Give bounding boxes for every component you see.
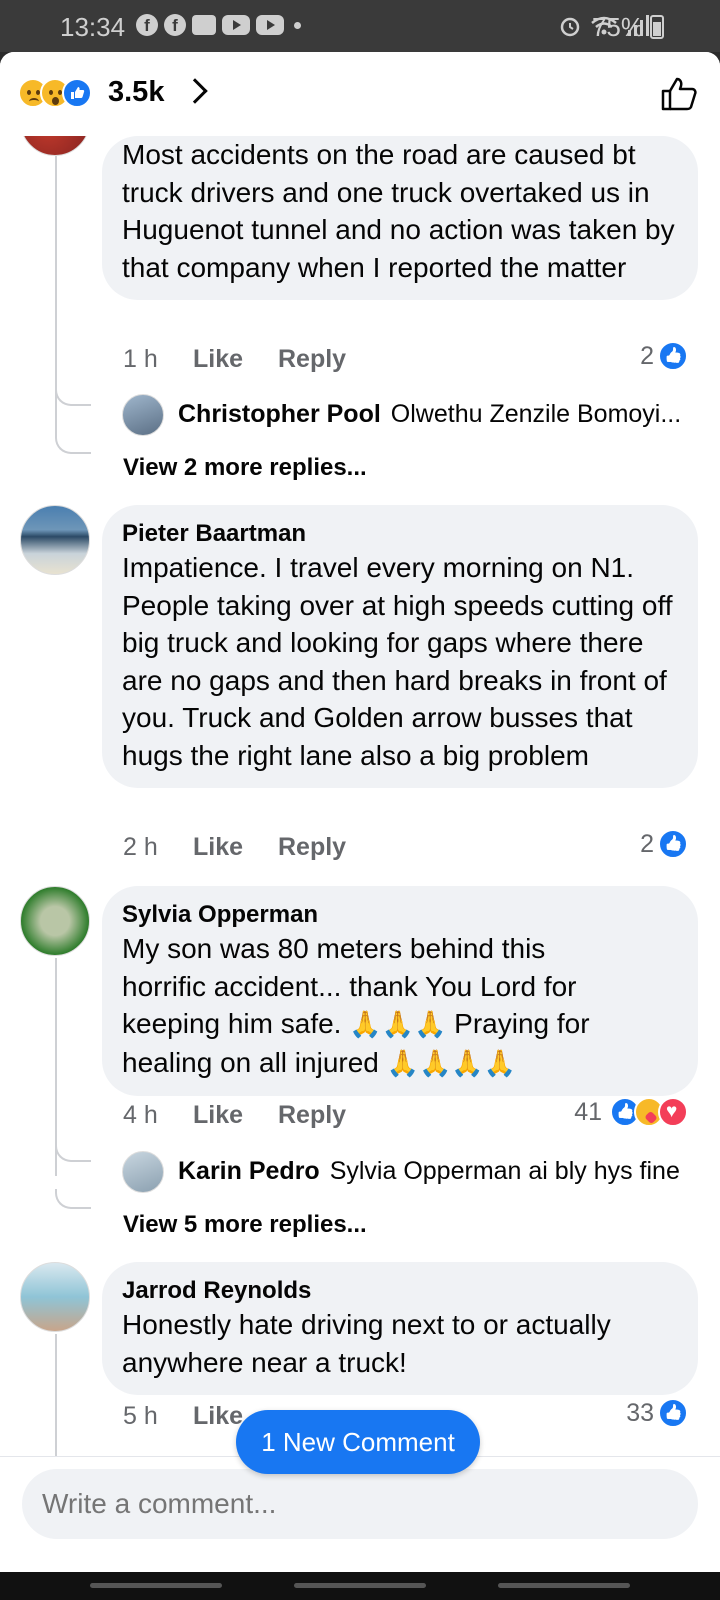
reply-author: Karin Pedro <box>178 1157 320 1185</box>
comment-text: Honestly hate driving next to or actuall… <box>122 1309 611 1378</box>
comments-sheet: 3.5k Most accidents on the road are caus… <box>0 52 720 1572</box>
comment-text-line: My son was 80 meters behind this <box>122 933 546 964</box>
nav-home-handle[interactable] <box>294 1583 426 1588</box>
chevron-right-icon[interactable] <box>182 78 208 104</box>
comment-actions: 4 h Like Reply <box>123 1101 378 1130</box>
comment-bubble[interactable]: Jarrod Reynolds Honestly hate driving ne… <box>102 1262 698 1395</box>
reaction-total-count: 3.5k <box>108 76 165 108</box>
comment-time: 4 h <box>123 1101 158 1129</box>
nav-back-handle[interactable] <box>90 1583 222 1588</box>
comment-author[interactable]: Jarrod Reynolds <box>122 1276 678 1306</box>
comment-actions: 1 h Like Reply <box>123 345 378 374</box>
download-icon <box>192 15 216 35</box>
pray-emoji: 🙏 <box>451 1047 484 1078</box>
comment-bubble[interactable]: Pieter Baartman Impatience. I travel eve… <box>102 505 698 788</box>
reaction-count: 33 <box>626 1398 654 1427</box>
like-reaction-icon <box>658 829 688 859</box>
reply-snippet: Olwethu Zenzile Bomoyi... <box>390 400 682 428</box>
view-more-replies[interactable]: View 2 more replies... <box>123 454 367 482</box>
thread-curve <box>55 386 91 406</box>
avatar[interactable] <box>20 136 90 156</box>
comment-text: Impatience. I travel every morning on N1… <box>122 552 673 771</box>
reply-snippet: Sylvia Opperman ai bly hys fine <box>329 1157 680 1185</box>
reply-preview[interactable]: Karin Pedro Sylvia Opperman ai bly hys f… <box>122 1157 692 1186</box>
facebook-icon: f <box>136 14 158 36</box>
love-reaction-icon <box>658 1097 688 1127</box>
new-comment-button[interactable]: 1 New Comment <box>236 1410 480 1474</box>
notification-icons: f f <box>136 14 301 36</box>
reply-button[interactable]: Reply <box>278 1101 378 1130</box>
system-nav-bar <box>0 1572 720 1600</box>
youtube-icon <box>256 15 284 35</box>
comment-text-line: horrific accident... thank You Lord for <box>122 970 577 1002</box>
reactions-header[interactable]: 3.5k <box>0 52 720 136</box>
like-reaction-icon <box>62 78 92 108</box>
comment-reactions[interactable]: 2 <box>640 341 688 371</box>
reaction-count: 2 <box>640 829 654 858</box>
youtube-icon <box>222 15 250 35</box>
comment-reactions[interactable]: 2 <box>640 829 688 859</box>
comments-list: Most accidents on the road are caused bt… <box>0 136 720 1456</box>
comment-bubble[interactable]: Most accidents on the road are caused bt… <box>102 136 698 300</box>
like-reaction-icon <box>658 341 688 371</box>
battery-percent: 75% <box>591 12 644 42</box>
reaction-icons <box>18 78 92 108</box>
comment-reactions[interactable]: 33 <box>626 1398 688 1428</box>
comment-actions: 2 h Like Reply <box>123 833 378 862</box>
reply-button[interactable]: Reply <box>278 833 378 862</box>
status-time: 13:34 <box>60 12 126 42</box>
like-button[interactable]: Like <box>193 345 278 374</box>
nav-recents-handle[interactable] <box>498 1583 630 1588</box>
comment-time: 5 h <box>123 1402 158 1430</box>
avatar[interactable] <box>20 886 90 956</box>
comment-time: 1 h <box>123 345 158 373</box>
avatar[interactable] <box>20 1262 90 1332</box>
pray-emoji: 🙏 <box>419 1047 452 1078</box>
view-more-replies[interactable]: View 5 more replies... <box>123 1211 367 1239</box>
reaction-count: 41 <box>574 1097 602 1126</box>
like-button[interactable]: Like <box>193 1101 278 1130</box>
pray-emoji: 🙏 <box>483 1047 517 1078</box>
comment-text-line: keeping him safe. 🙏🙏🙏 Praying for <box>122 1005 678 1044</box>
pray-emoji: 🙏 <box>349 1009 382 1039</box>
like-button[interactable]: Like <box>193 833 278 862</box>
comment-input[interactable] <box>22 1469 698 1539</box>
thread-curve <box>55 1189 91 1209</box>
reply-preview[interactable]: Christopher Pool Olwethu Zenzile Bomoyi.… <box>122 400 692 429</box>
status-bar: 13:34 f f 75% <box>0 0 720 52</box>
pray-emoji: 🙏 <box>414 1009 447 1039</box>
thread-curve <box>55 1142 91 1162</box>
comment-author[interactable]: Sylvia Opperman <box>122 900 678 930</box>
like-outline-icon[interactable] <box>660 76 698 112</box>
comment-reactions[interactable]: 41 <box>574 1097 688 1127</box>
thread-curve <box>55 434 91 454</box>
pray-emoji: 🙏 <box>381 1009 414 1039</box>
reaction-count: 2 <box>640 341 654 370</box>
avatar[interactable] <box>20 505 90 575</box>
comment-time: 2 h <box>123 833 158 861</box>
facebook-icon: f <box>164 14 186 36</box>
reply-button[interactable]: Reply <box>278 345 378 374</box>
like-reaction-icon <box>658 1398 688 1428</box>
comment-author[interactable]: Pieter Baartman <box>122 519 678 549</box>
comment-bubble[interactable]: Sylvia Opperman My son was 80 meters beh… <box>102 886 698 1096</box>
reply-author: Christopher Pool <box>178 400 381 428</box>
comment-text-line: healing on all injured 🙏🙏🙏🙏 <box>122 1044 678 1083</box>
battery-icon <box>650 15 664 39</box>
thread-line <box>55 1334 57 1456</box>
alarm-icon <box>560 17 580 37</box>
comment-text: Most accidents on the road are caused bt… <box>122 139 675 283</box>
dot-icon <box>294 21 301 29</box>
pray-emoji: 🙏 <box>386 1047 420 1078</box>
